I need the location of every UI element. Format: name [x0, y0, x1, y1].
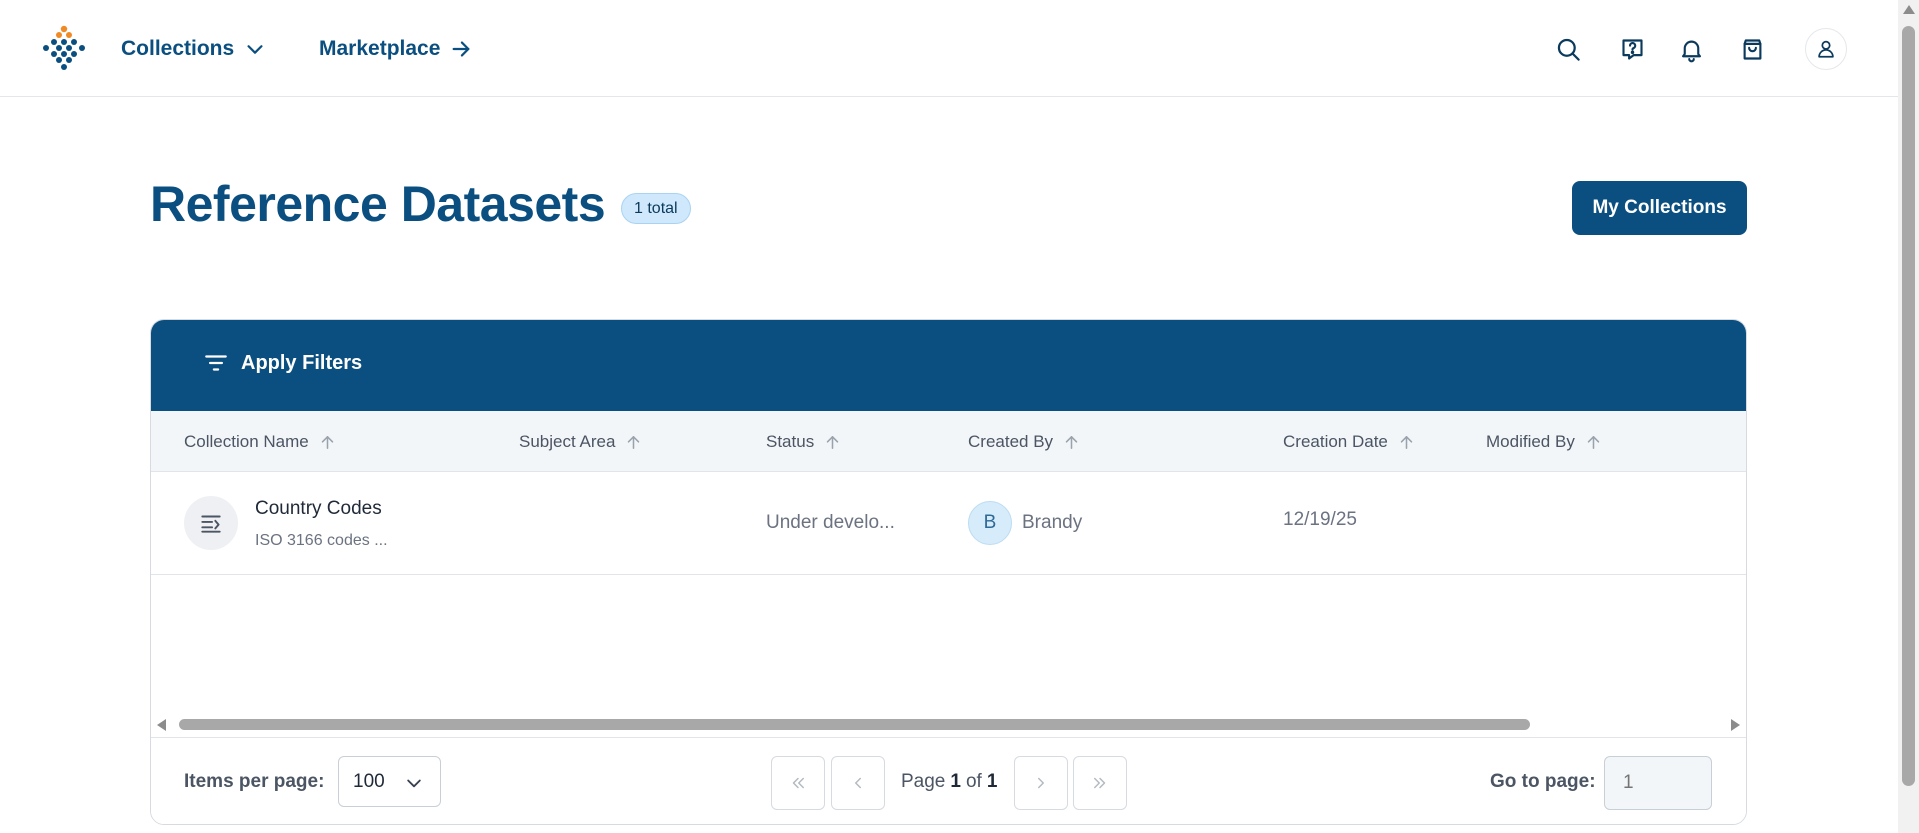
scroll-right-arrow-icon[interactable]: [1731, 719, 1740, 731]
items-per-page-label: Items per page:: [184, 771, 325, 792]
chevron-left-icon: [855, 777, 861, 789]
sort-arrow-up-icon: [1065, 435, 1078, 449]
my-collections-button[interactable]: My Collections: [1572, 181, 1747, 235]
column-header-creation-date[interactable]: Creation Date: [1283, 432, 1415, 452]
items-per-page-select[interactable]: 100: [338, 756, 441, 807]
column-header-label: Collection Name: [184, 432, 309, 451]
of-word: of: [965, 771, 982, 792]
page-word: Page: [901, 771, 946, 792]
first-page-button[interactable]: [771, 756, 825, 810]
vertical-scroll-thumb[interactable]: [1902, 26, 1915, 786]
collection-name[interactable]: Country Codes: [255, 498, 382, 520]
nav-collections-label: Collections: [121, 37, 235, 60]
horizontal-scroll-thumb[interactable]: [179, 719, 1530, 730]
scroll-left-arrow-icon[interactable]: [157, 719, 166, 731]
column-header-created-by[interactable]: Created By: [968, 432, 1080, 452]
cart-button[interactable]: [1733, 30, 1771, 68]
creation-date: 12/19/25: [1283, 509, 1357, 530]
user-profile-button[interactable]: [1805, 28, 1847, 70]
page-indicator: Page 1 of 1: [901, 771, 997, 793]
sort-arrow-up-icon: [628, 435, 640, 449]
filter-bar: Apply Filters: [151, 320, 1746, 411]
table-header: Collection Name Subject Area Status Crea…: [151, 411, 1746, 472]
avatar: B: [968, 501, 1012, 545]
list-collection-icon: [201, 515, 221, 533]
status-text: Under develo...: [766, 512, 895, 533]
column-header-label: Subject Area: [519, 432, 616, 451]
chevron-down-icon: [407, 779, 421, 788]
notifications-button[interactable]: [1672, 30, 1710, 68]
sort-arrow-up-icon: [321, 435, 333, 449]
bell-icon: [1681, 40, 1701, 62]
column-header-modified-by[interactable]: Modified By: [1486, 432, 1602, 452]
chevron-down-icon: [247, 45, 263, 54]
sort-arrow-up-icon: [1587, 435, 1600, 449]
collection-description: ISO 3166 codes ...: [255, 532, 388, 549]
column-header-collection-name[interactable]: Collection Name: [184, 432, 336, 452]
nav-marketplace-link[interactable]: Marketplace: [319, 34, 472, 64]
search-icon: [1557, 38, 1580, 61]
total-count-badge: 1 total: [621, 193, 691, 224]
user-icon: [1818, 40, 1834, 58]
table-row[interactable]: Country Codes ISO 3166 codes ... Under d…: [151, 472, 1746, 575]
chevrons-left-icon: [792, 777, 804, 789]
column-header-subject-area[interactable]: Subject Area: [519, 432, 642, 452]
nav-collections-dropdown[interactable]: Collections: [121, 34, 266, 64]
top-navigation: Collections Marketplace: [0, 0, 1898, 97]
help-button[interactable]: [1613, 30, 1651, 68]
chevrons-right-icon: [1094, 777, 1106, 789]
current-page-number: 1: [950, 771, 961, 792]
arrow-right-icon: [452, 41, 470, 57]
column-header-status[interactable]: Status: [766, 432, 841, 452]
chevron-right-icon: [1038, 777, 1044, 789]
apply-filters-label: Apply Filters: [241, 351, 363, 374]
go-to-page-input[interactable]: [1604, 756, 1712, 810]
column-header-label: Creation Date: [1283, 432, 1388, 451]
sort-arrow-up-icon: [826, 435, 839, 449]
scroll-up-arrow-icon[interactable]: [1903, 5, 1915, 14]
filter-icon: [205, 355, 227, 371]
next-page-button[interactable]: [1014, 756, 1068, 810]
column-header-label: Status: [766, 432, 815, 451]
search-button[interactable]: [1549, 30, 1587, 68]
pagination-footer: Items per page: 100 Page 1 of 1 Go to pa…: [151, 737, 1746, 824]
nav-marketplace-label: Marketplace: [319, 37, 441, 60]
page-vertical-scrollbar[interactable]: [1898, 0, 1919, 833]
help-chat-icon: [1621, 38, 1643, 60]
apply-filters-button[interactable]: Apply Filters: [203, 350, 362, 376]
datasets-table-card: Apply Filters Collection Name Subject Ar…: [150, 319, 1747, 825]
items-per-page-value: 100: [353, 770, 385, 792]
collection-icon: [184, 496, 238, 550]
column-header-label: Created By: [968, 432, 1054, 451]
last-page-button[interactable]: [1073, 756, 1127, 810]
previous-page-button[interactable]: [831, 756, 885, 810]
created-by-name: Brandy: [1022, 512, 1083, 533]
total-pages-number: 1: [986, 771, 998, 792]
column-header-label: Modified By: [1486, 432, 1575, 451]
page-title: Reference Datasets: [150, 176, 606, 232]
horizontal-scrollbar[interactable]: [151, 715, 1746, 733]
shopping-bag-icon: [1743, 38, 1761, 60]
sort-arrow-up-icon: [1400, 435, 1413, 449]
go-to-page-label: Go to page:: [1490, 771, 1596, 792]
brand-logo-icon[interactable]: [40, 25, 88, 71]
